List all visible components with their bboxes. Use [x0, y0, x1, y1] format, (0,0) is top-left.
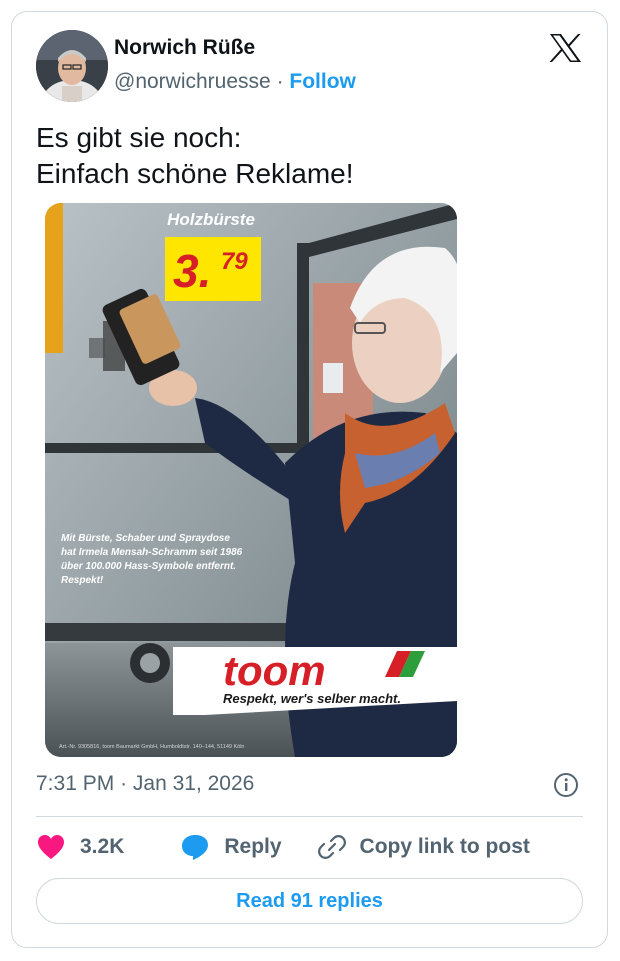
ad-caption-line: Respekt! — [61, 575, 104, 586]
read-replies-button[interactable]: Read 91 replies — [36, 878, 583, 924]
ad-caption-line: über 100.000 Hass-Symbole entfernt. — [61, 561, 236, 572]
toom-logo: toom — [223, 647, 326, 694]
tweet-date[interactable]: Jan 31, 2026 — [133, 772, 254, 795]
x-logo-icon[interactable] — [549, 33, 582, 63]
follow-button[interactable]: Follow — [289, 70, 356, 93]
ad-product-label: Holzbürste — [167, 210, 255, 229]
separator: · — [120, 772, 128, 795]
like-count: 3.2K — [80, 835, 125, 858]
separator: · — [276, 70, 284, 93]
divider — [36, 816, 583, 817]
tweet-text-line-2: Einfach schöne Reklame! — [36, 158, 354, 189]
ad-price-cents: 79 — [221, 248, 248, 275]
author-handle[interactable]: @norwichruesse — [114, 70, 271, 93]
ad-fine-print: Art.-Nr. 9305816, toom Baumarkt GmbH, Hu… — [59, 744, 244, 750]
copy-link-label: Copy link to post — [359, 835, 530, 858]
ad-caption-line: Mit Bürste, Schaber und Spraydose — [61, 533, 230, 544]
link-icon — [317, 835, 346, 859]
reply-button[interactable]: Reply — [180, 833, 317, 861]
tweet-text: Es gibt sie noch: Einfach schöne Reklame… — [36, 120, 354, 192]
ad-price-main: 3. — [173, 245, 211, 297]
avatar[interactable] — [36, 30, 108, 102]
action-bar: 3.2K Reply Copy link to post — [36, 832, 530, 862]
ad-illustration: Holzbürste 3. 79 Mit Bürste, Schaber und… — [45, 203, 457, 757]
read-replies-label: Read 91 replies — [236, 889, 383, 912]
toom-slogan: Respekt, wer's selber macht. — [223, 691, 401, 706]
reply-icon — [182, 835, 209, 860]
tweet-media-image[interactable]: Holzbürste 3. 79 Mit Bürste, Schaber und… — [45, 203, 457, 757]
reply-label: Reply — [224, 835, 282, 858]
copy-link-button[interactable]: Copy link to post — [317, 833, 530, 861]
author-name[interactable]: Norwich Rüße — [114, 36, 255, 60]
ad-caption-line: hat Irmela Mensah-Schramm seit 1986 — [61, 547, 243, 558]
info-icon[interactable] — [553, 772, 579, 798]
tweet-text-line-1: Es gibt sie noch: — [36, 122, 242, 153]
tweet-time[interactable]: 7:31 PM — [36, 772, 114, 795]
like-button[interactable]: 3.2K — [36, 834, 180, 860]
timestamp[interactable]: 7:31 PM · Jan 31, 2026 — [36, 772, 254, 796]
author-handle-row: @norwichruesse · Follow — [114, 70, 356, 94]
heart-icon — [38, 835, 64, 859]
